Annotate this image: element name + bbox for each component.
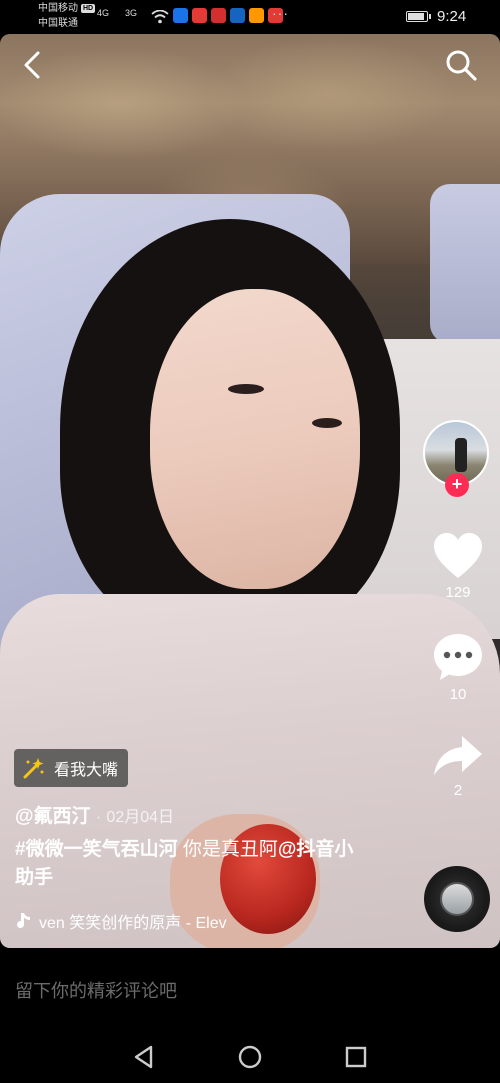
back-button[interactable] <box>18 50 48 80</box>
music-note-icon <box>17 913 30 929</box>
post-date: 02月04日 <box>106 809 175 826</box>
status-bar: 中国移动 HD 中国联通 4G 3G ··· 9:24 <box>0 0 500 34</box>
video-subject-eye <box>228 384 264 394</box>
author-name-link[interactable]: @氟西汀 <box>15 806 91 827</box>
music-info[interactable]: ven 笑笑创作的原声 - Elev <box>15 909 265 933</box>
author-avatar-group[interactable]: + <box>423 420 491 497</box>
search-icon[interactable] <box>444 48 478 82</box>
author-line: @氟西汀 · 02月04日 <box>15 801 174 828</box>
comment-input[interactable]: 留下你的精彩评论吧 <box>15 976 475 1006</box>
effect-tag[interactable]: 看我大嘴 <box>14 749 129 787</box>
wifi-icon <box>151 10 169 24</box>
carrier-secondary: 中国联通 <box>38 18 78 29</box>
music-cover-icon <box>440 882 474 916</box>
nav-recents-icon[interactable] <box>339 1040 373 1074</box>
follow-button[interactable]: + <box>445 473 469 497</box>
app-notification-icon <box>173 8 188 23</box>
hashtag-link[interactable]: #微微一笑气吞山河 <box>15 839 178 860</box>
comment-icon <box>434 634 482 680</box>
more-notifications-icon: ··· <box>272 5 289 21</box>
avatar-figure <box>455 438 467 472</box>
app-notification-icon <box>211 8 226 23</box>
video-subject-eye <box>312 418 342 428</box>
comment-count: 10 <box>449 686 467 703</box>
signal-3g-icon: 3G <box>125 8 138 18</box>
nav-home-icon[interactable] <box>233 1040 267 1074</box>
caption-text: 你是真丑阿 <box>177 839 278 860</box>
share-button[interactable]: 2 <box>430 734 486 799</box>
effect-label: 看我大嘴 <box>54 762 119 779</box>
app-notification-icon <box>192 8 207 23</box>
clock: 9:24 <box>437 8 467 25</box>
heart-icon <box>434 533 482 578</box>
music-disc-button[interactable] <box>424 866 490 932</box>
hd-badge: HD <box>81 4 96 13</box>
app-notification-icon <box>230 8 245 23</box>
share-arrow-icon <box>434 736 482 775</box>
app-notification-icon <box>249 8 264 23</box>
music-title: ven 笑笑创作的原声 - Elev <box>39 915 227 932</box>
magic-wand-icon <box>23 758 44 779</box>
nav-back-icon[interactable] <box>127 1040 161 1074</box>
like-button[interactable]: 129 <box>430 532 486 601</box>
comment-button[interactable]: 10 <box>430 632 486 703</box>
video-subject-face <box>150 289 360 589</box>
notification-app-icons <box>173 8 283 23</box>
video-background-pillow <box>430 184 500 344</box>
battery-fill <box>408 13 424 20</box>
carrier-primary: 中国移动 <box>38 3 78 14</box>
like-count: 129 <box>445 584 471 601</box>
signal-4g-icon: 4G <box>97 8 110 18</box>
date-separator: · <box>95 809 102 826</box>
share-count: 2 <box>453 782 463 799</box>
battery-icon <box>406 11 431 22</box>
video-caption: #微微一笑气吞山河 你是真丑阿@抖音小助手 <box>15 836 355 892</box>
